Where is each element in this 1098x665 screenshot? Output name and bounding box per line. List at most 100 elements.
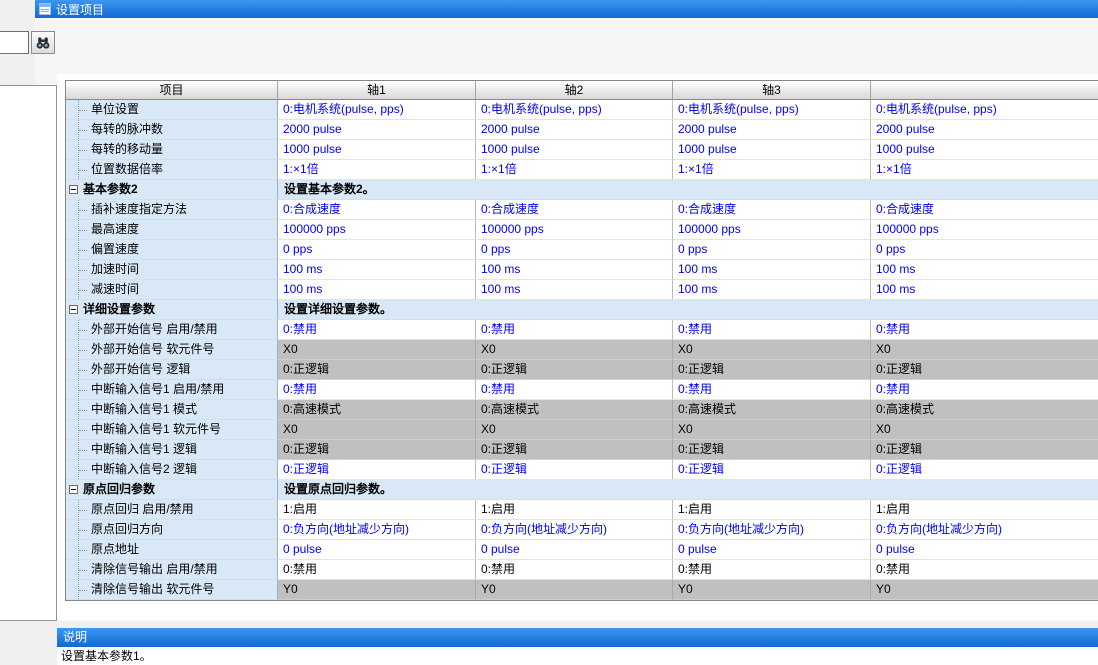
tree-item-cell[interactable]: 中断输入信号1 软元件号 [66, 420, 278, 440]
value-cell-axis3[interactable]: 1000 pulse [673, 140, 871, 160]
value-cell-axis1[interactable]: 100 ms [278, 260, 476, 280]
collapse-icon[interactable] [69, 185, 78, 194]
value-cell-axis2[interactable]: 1000 pulse [476, 140, 673, 160]
value-cell-axis2[interactable]: 0:合成速度 [476, 200, 673, 220]
value-cell-axis1[interactable]: 0:负方向(地址减少方向) [278, 520, 476, 540]
tree-section-cell[interactable]: 基本参数2 [66, 180, 278, 200]
value-cell-axis4[interactable]: 0:正逻辑 [871, 360, 1098, 380]
value-cell-axis1[interactable]: 0:合成速度 [278, 200, 476, 220]
tree-item-cell[interactable]: 原点回归方向 [66, 520, 278, 540]
find-button[interactable] [31, 31, 55, 54]
tree-item-cell[interactable]: 偏置速度 [66, 240, 278, 260]
tree-item-cell[interactable]: 中断输入信号1 逻辑 [66, 440, 278, 460]
value-cell-axis3[interactable]: X0 [673, 340, 871, 360]
tree-item-cell[interactable]: 清除信号输出 启用/禁用 [66, 560, 278, 580]
search-input[interactable] [0, 31, 29, 54]
tree-item-cell[interactable]: 单位设置 [66, 100, 278, 120]
value-cell-axis4[interactable]: 0:合成速度 [871, 200, 1098, 220]
tree-item-cell[interactable]: 外部开始信号 启用/禁用 [66, 320, 278, 340]
value-cell-axis2[interactable]: X0 [476, 420, 673, 440]
value-cell-axis3[interactable]: 1:×1倍 [673, 160, 871, 180]
value-cell-axis2[interactable]: X0 [476, 340, 673, 360]
value-cell-axis1[interactable]: 0:正逻辑 [278, 440, 476, 460]
value-cell-axis1[interactable]: 0:禁用 [278, 320, 476, 340]
value-cell-axis2[interactable]: 0:正逻辑 [476, 360, 673, 380]
tree-section-cell[interactable]: 原点回归参数 [66, 480, 278, 500]
value-cell-axis2[interactable]: 0 pps [476, 240, 673, 260]
value-cell-axis4[interactable]: 0:禁用 [871, 560, 1098, 580]
value-cell-axis1[interactable]: 0 pps [278, 240, 476, 260]
tree-item-cell[interactable]: 外部开始信号 逻辑 [66, 360, 278, 380]
value-cell-axis1[interactable]: 0:正逻辑 [278, 460, 476, 480]
tree-item-cell[interactable]: 减速时间 [66, 280, 278, 300]
value-cell-axis4[interactable]: 2000 pulse [871, 120, 1098, 140]
value-cell-axis3[interactable]: 100 ms [673, 260, 871, 280]
tree-item-cell[interactable]: 中断输入信号2 逻辑 [66, 460, 278, 480]
value-cell-axis3[interactable]: 0 pps [673, 240, 871, 260]
tree-item-cell[interactable]: 插补速度指定方法 [66, 200, 278, 220]
value-cell-axis3[interactable]: 100 ms [673, 280, 871, 300]
value-cell-axis4[interactable]: 0:高速模式 [871, 400, 1098, 420]
value-cell-axis3[interactable]: 0:电机系统(pulse, pps) [673, 100, 871, 120]
tree-item-cell[interactable]: 位置数据倍率 [66, 160, 278, 180]
value-cell-axis3[interactable]: Y0 [673, 580, 871, 600]
value-cell-axis3[interactable]: 0:高速模式 [673, 400, 871, 420]
value-cell-axis4[interactable]: 100 ms [871, 280, 1098, 300]
value-cell-axis1[interactable]: 100 ms [278, 280, 476, 300]
tree-item-cell[interactable]: 原点地址 [66, 540, 278, 560]
value-cell-axis2[interactable]: 100 ms [476, 280, 673, 300]
value-cell-axis4[interactable]: 0:禁用 [871, 380, 1098, 400]
value-cell-axis1[interactable]: 0:电机系统(pulse, pps) [278, 100, 476, 120]
value-cell-axis2[interactable]: 0:禁用 [476, 380, 673, 400]
value-cell-axis3[interactable]: 0:正逻辑 [673, 440, 871, 460]
description-header[interactable]: 说明 [57, 628, 1098, 647]
value-cell-axis2[interactable]: 100000 pps [476, 220, 673, 240]
value-cell-axis1[interactable]: 0 pulse [278, 540, 476, 560]
value-cell-axis4[interactable]: Y0 [871, 580, 1098, 600]
tree-item-cell[interactable]: 外部开始信号 软元件号 [66, 340, 278, 360]
value-cell-axis4[interactable]: 1:×1倍 [871, 160, 1098, 180]
value-cell-axis3[interactable]: 1:启用 [673, 500, 871, 520]
value-cell-axis2[interactable]: Y0 [476, 580, 673, 600]
value-cell-axis1[interactable]: 1:启用 [278, 500, 476, 520]
navigator-panel[interactable] [0, 85, 57, 621]
value-cell-axis4[interactable]: 100000 pps [871, 220, 1098, 240]
tree-item-cell[interactable]: 每转的脉冲数 [66, 120, 278, 140]
value-cell-axis4[interactable]: X0 [871, 420, 1098, 440]
value-cell-axis2[interactable]: 0:高速模式 [476, 400, 673, 420]
value-cell-axis4[interactable]: 0:电机系统(pulse, pps) [871, 100, 1098, 120]
value-cell-axis1[interactable]: 2000 pulse [278, 120, 476, 140]
value-cell-axis1[interactable]: Y0 [278, 580, 476, 600]
tree-item-cell[interactable]: 最高速度 [66, 220, 278, 240]
tree-item-cell[interactable]: 加速时间 [66, 260, 278, 280]
value-cell-axis4[interactable]: 0:正逻辑 [871, 460, 1098, 480]
value-cell-axis4[interactable]: X0 [871, 340, 1098, 360]
value-cell-axis3[interactable]: 0:禁用 [673, 320, 871, 340]
value-cell-axis2[interactable]: 0:正逻辑 [476, 460, 673, 480]
value-cell-axis4[interactable]: 1:启用 [871, 500, 1098, 520]
collapse-icon[interactable] [69, 485, 78, 494]
value-cell-axis3[interactable]: X0 [673, 420, 871, 440]
value-cell-axis4[interactable]: 0 pulse [871, 540, 1098, 560]
collapse-icon[interactable] [69, 305, 78, 314]
value-cell-axis3[interactable]: 0:正逻辑 [673, 360, 871, 380]
value-cell-axis4[interactable]: 0 pps [871, 240, 1098, 260]
value-cell-axis4[interactable]: 0:禁用 [871, 320, 1098, 340]
value-cell-axis3[interactable]: 0:负方向(地址减少方向) [673, 520, 871, 540]
value-cell-axis2[interactable]: 2000 pulse [476, 120, 673, 140]
value-cell-axis3[interactable]: 0:合成速度 [673, 200, 871, 220]
value-cell-axis4[interactable]: 1000 pulse [871, 140, 1098, 160]
value-cell-axis2[interactable]: 1:启用 [476, 500, 673, 520]
settings-pane-title-bar[interactable]: 设置项目 [35, 0, 1098, 18]
value-cell-axis3[interactable]: 0:禁用 [673, 380, 871, 400]
value-cell-axis1[interactable]: 0:高速模式 [278, 400, 476, 420]
value-cell-axis2[interactable]: 0:正逻辑 [476, 440, 673, 460]
value-cell-axis2[interactable]: 0:负方向(地址减少方向) [476, 520, 673, 540]
value-cell-axis2[interactable]: 0:禁用 [476, 320, 673, 340]
value-cell-axis3[interactable]: 2000 pulse [673, 120, 871, 140]
value-cell-axis4[interactable]: 0:正逻辑 [871, 440, 1098, 460]
value-cell-axis2[interactable]: 100 ms [476, 260, 673, 280]
value-cell-axis1[interactable]: 0:正逻辑 [278, 360, 476, 380]
value-cell-axis3[interactable]: 0:正逻辑 [673, 460, 871, 480]
value-cell-axis1[interactable]: 0:禁用 [278, 560, 476, 580]
